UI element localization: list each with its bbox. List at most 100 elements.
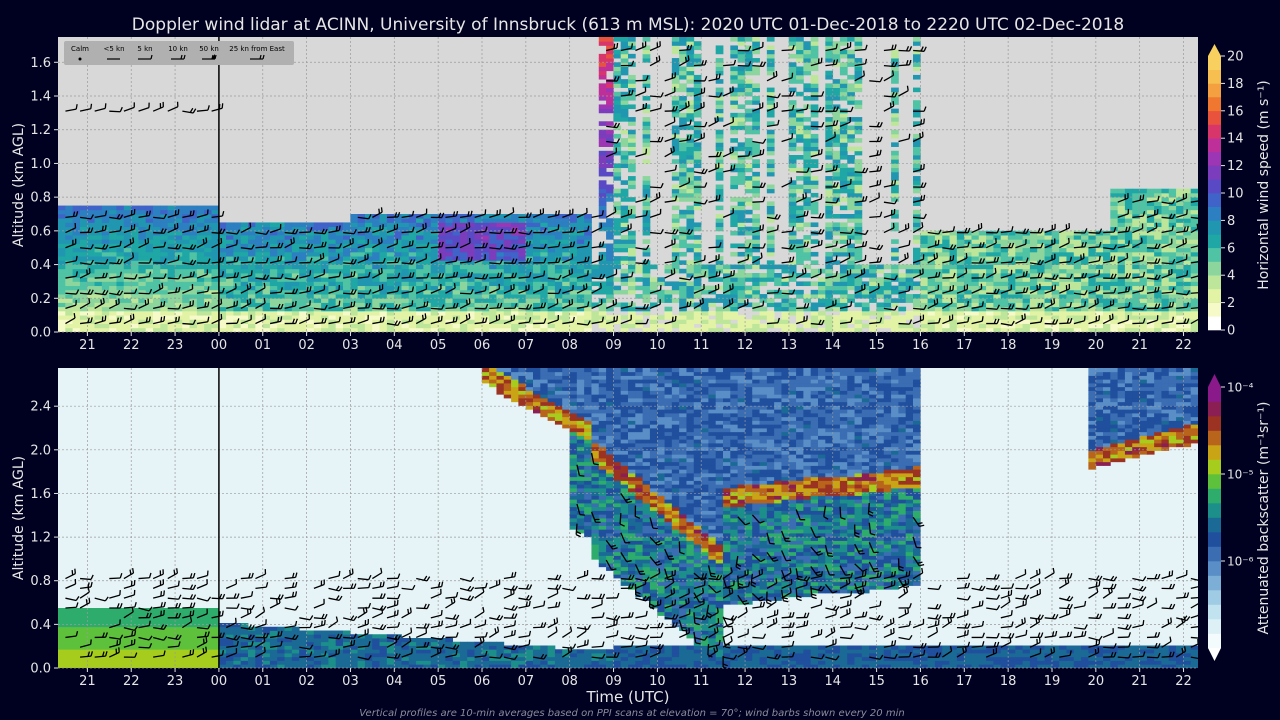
- wind-speed-cell: [986, 264, 994, 270]
- wind-speed-cell: [701, 310, 709, 316]
- wind-speed-cell: [408, 235, 417, 240]
- wind-speed-cell: [971, 285, 980, 291]
- wind-speed-cell: [832, 83, 841, 88]
- wind-speed-cell: [869, 277, 877, 282]
- wind-speed-cell: [72, 281, 81, 287]
- wind-speed-cell: [642, 230, 651, 236]
- wind-speed-cell: [350, 323, 359, 329]
- wind-speed-cell: [810, 315, 819, 320]
- wind-speed-cell: [481, 239, 490, 244]
- wind-speed-cell: [562, 315, 570, 320]
- wind-speed-cell: [328, 251, 337, 257]
- wind-speed-cell: [854, 315, 863, 320]
- wind-speed-cell: [803, 256, 812, 261]
- wind-speed-cell: [554, 247, 563, 253]
- wind-speed-cell: [489, 218, 497, 223]
- wind-speed-cell: [1168, 188, 1177, 194]
- wind-speed-cell: [825, 100, 834, 105]
- wind-speed-cell: [372, 302, 380, 308]
- wind-speed-cell: [825, 83, 834, 88]
- wind-speed-cell: [357, 268, 366, 274]
- wind-speed-cell: [496, 222, 505, 228]
- wind-speed-cell: [993, 247, 1002, 253]
- wind-speed-cell: [752, 188, 760, 194]
- wind-speed-cell: [240, 239, 249, 244]
- wind-speed-cell: [1088, 281, 1097, 287]
- wind-speed-cell: [284, 298, 293, 303]
- wind-speed-cell: [576, 264, 585, 270]
- wind-speed-cell: [153, 222, 161, 228]
- wind-speed-cell: [715, 79, 724, 84]
- wind-speed-cell: [613, 222, 622, 228]
- wind-speed-cell: [818, 298, 826, 303]
- wind-speed-cell: [744, 146, 753, 152]
- wind-speed-cell: [262, 251, 271, 257]
- wind-speed-cell: [189, 277, 198, 282]
- wind-speed-cell: [262, 247, 271, 253]
- wind-speed-cell: [109, 264, 117, 270]
- wind-speed-cell: [657, 315, 665, 320]
- wind-speed-cell: [116, 298, 125, 303]
- wind-speed-cell: [525, 264, 534, 270]
- wind-speed-cell: [1190, 298, 1198, 303]
- wind-speed-cell: [810, 138, 819, 143]
- wind-speed-cell: [598, 121, 607, 126]
- wind-speed-cell: [109, 268, 117, 274]
- wind-speed-cell: [1124, 235, 1133, 240]
- wind-speed-cell: [891, 264, 899, 270]
- wind-speed-cell: [438, 218, 446, 223]
- wind-speed-cell: [679, 197, 687, 202]
- wind-speed-cell: [752, 281, 760, 287]
- wind-speed-cell: [1190, 188, 1198, 194]
- wind-speed-cell: [737, 83, 746, 88]
- wind-speed-cell: [788, 197, 797, 202]
- wind-speed-cell: [913, 74, 921, 80]
- wind-speed-cell: [766, 277, 775, 282]
- wind-speed-cell: [730, 214, 739, 219]
- wind-speed-cell: [752, 163, 760, 169]
- wind-speed-cell: [562, 281, 570, 287]
- wind-speed-cell: [1146, 281, 1155, 287]
- wind-speed-cell: [620, 79, 629, 84]
- wind-speed-cell: [533, 251, 541, 257]
- wind-speed-cell: [167, 205, 176, 211]
- wind-speed-cell: [101, 251, 110, 257]
- wind-speed-cell: [547, 218, 556, 223]
- wind-speed-cell: [847, 277, 855, 282]
- wind-speed-cell: [825, 315, 834, 320]
- wind-speed-cell: [715, 184, 724, 190]
- wind-speed-cell: [189, 235, 198, 240]
- wind-speed-cell: [386, 222, 395, 228]
- wind-speed-cell: [796, 222, 804, 228]
- wind-speed-cell: [131, 273, 139, 278]
- wind-speed-cell: [416, 323, 424, 329]
- wind-speed-cell: [408, 268, 417, 274]
- wind-speed-cell: [284, 251, 293, 257]
- wind-speed-cell: [459, 281, 468, 287]
- wind-speed-cell: [686, 289, 695, 295]
- wind-speed-cell: [686, 264, 695, 270]
- wind-speed-cell: [182, 235, 190, 240]
- wind-speed-cell: [715, 171, 724, 177]
- wind-speed-cell: [1029, 298, 1038, 303]
- wind-speed-cell: [671, 323, 680, 329]
- wind-speed-cell: [182, 209, 190, 215]
- wind-speed-cell: [679, 298, 687, 303]
- wind-speed-cell: [525, 302, 534, 308]
- wind-speed-cell: [386, 218, 395, 223]
- wind-speed-cell: [847, 96, 855, 101]
- wind-speed-cell: [569, 298, 578, 303]
- wind-speed-cell: [277, 230, 285, 236]
- wind-speed-cell: [839, 138, 848, 143]
- wind-speed-cell: [1146, 268, 1155, 274]
- wind-speed-cell: [1168, 264, 1177, 270]
- wind-speed-cell: [1146, 310, 1155, 316]
- wind-speed-cell: [1095, 310, 1104, 316]
- wind-speed-cell: [715, 235, 724, 240]
- wind-speed-cell: [635, 315, 644, 320]
- wind-speed-cell: [569, 218, 578, 223]
- wind-speed-cell: [394, 230, 402, 236]
- wind-speed-cell: [796, 256, 804, 261]
- wind-speed-cell: [679, 167, 687, 173]
- wind-speed-cell: [876, 323, 885, 329]
